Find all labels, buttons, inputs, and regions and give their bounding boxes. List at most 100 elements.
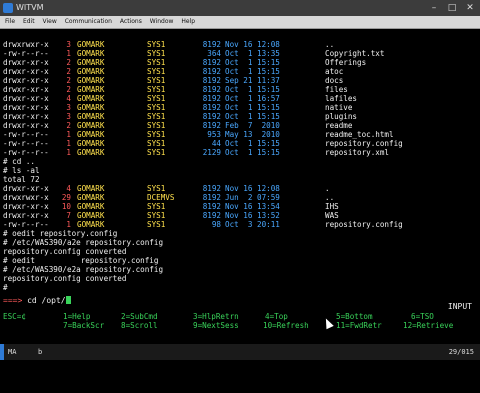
- listing-size: 364: [207, 49, 221, 58]
- listing-row: drwxr-xr-x 2 GOMARK SYS1 8192 Feb 7 2010 readm…: [3, 121, 477, 130]
- listing-owner: GOMARK: [77, 40, 105, 49]
- listing-group: DCEMVS: [147, 193, 175, 202]
- listing-row: drwxr-xr-x 3 GOMARK SYS1 8192 Oct 1 15:15 nati…: [3, 103, 477, 112]
- listing-perm: drwxr-xr-x: [3, 76, 49, 85]
- command-line: # ls -al: [3, 166, 40, 175]
- listing-size: 98: [211, 220, 221, 229]
- listing-date: Oct 1 15:15: [225, 103, 280, 112]
- listing-group: SYS1: [147, 76, 166, 85]
- listing-date: Oct 1 15:15: [225, 148, 280, 157]
- fkey-10[interactable]: 10=Refresh: [263, 321, 309, 330]
- fkey-esc[interactable]: ESC=¢: [3, 312, 26, 321]
- listing-owner: GOMARK: [77, 112, 105, 121]
- listing-name: native: [325, 103, 353, 112]
- listing-group: SYS1: [147, 85, 166, 94]
- function-keys-row-2: 7=BackScr 8=Scroll 9=NextSess 10=Refresh…: [3, 321, 477, 330]
- listing-links: 2: [66, 76, 71, 85]
- listing-size: 8192: [202, 103, 221, 112]
- fkey-7[interactable]: 7=BackScr: [63, 321, 104, 330]
- listing-links: 29: [61, 193, 71, 202]
- listing-group: SYS1: [147, 94, 166, 103]
- listing-name: repository.config: [325, 139, 403, 148]
- menu-edit[interactable]: Edit: [20, 16, 38, 28]
- listing-owner: GOMARK: [77, 94, 105, 103]
- fkey-4[interactable]: 4=Top: [265, 312, 288, 321]
- fkey-2[interactable]: 2=SubCmd: [121, 312, 158, 321]
- listing-name: docs: [325, 76, 344, 85]
- output-line: # oedit repository.config: [3, 229, 118, 238]
- output-line: # /etc/WAS390/e2a repository.config: [3, 265, 164, 274]
- listing-size: 8192: [202, 202, 221, 211]
- listing-date: Oct 1 13:35: [225, 49, 280, 58]
- listing-date: Nov 16 12:08: [225, 40, 280, 49]
- listing-row: -rw-r--r-- 1 GOMARK SYS1 44 Oct 1 15:15 reposi…: [3, 139, 477, 148]
- fkey-5[interactable]: 5=Bottom: [336, 312, 373, 321]
- listing-perm: drwxr-xr-x: [3, 67, 49, 76]
- listing-size: 44: [211, 139, 221, 148]
- listing-name: IHS: [325, 202, 339, 211]
- listing-links: 10: [61, 202, 71, 211]
- listing-owner: GOMARK: [77, 211, 105, 220]
- output-line: #: [3, 283, 8, 292]
- listing-perm: -rw-r--r--: [3, 220, 49, 229]
- listing-perm: drwxr-xr-x: [3, 58, 49, 67]
- menu-view[interactable]: View: [40, 16, 60, 28]
- listing-perm: drwxr-xr-x: [3, 94, 49, 103]
- terminal-screen[interactable]: drwxrwxr-x 3 GOMARK SYS1 8192 Nov 16 12:08.. -…: [3, 40, 477, 340]
- listing-name: .: [325, 184, 330, 193]
- listing-size: 8192: [202, 211, 221, 220]
- listing-group: SYS1: [147, 40, 166, 49]
- command-prompt[interactable]: ===> cd /opt/: [3, 296, 71, 305]
- listing-date: Jun 2 07:59: [225, 193, 280, 202]
- listing-owner: GOMARK: [77, 49, 105, 58]
- listing-group: SYS1: [147, 220, 166, 229]
- listing-perm: drwxr-xr-x: [3, 103, 49, 112]
- listing-owner: GOMARK: [77, 193, 105, 202]
- listing-date: Oct 1 15:15: [225, 139, 280, 148]
- listing-owner: GOMARK: [77, 184, 105, 193]
- output-line: repository.config converted: [3, 247, 127, 256]
- command-input[interactable]: cd /opt/: [22, 296, 66, 305]
- fkey-8[interactable]: 8=Scroll: [121, 321, 158, 330]
- listing-date: Nov 16 13:52: [225, 211, 280, 220]
- listing-name: files: [325, 85, 348, 94]
- fkey-3[interactable]: 3=HlpRetrn: [193, 312, 239, 321]
- menu-window[interactable]: Window: [147, 16, 177, 28]
- listing-owner: GOMARK: [77, 148, 105, 157]
- listing-perm: drwxr-xr-x: [3, 211, 49, 220]
- listing-perm: drwxr-xr-x: [3, 121, 49, 130]
- fkey-6[interactable]: 6=TSO: [411, 312, 434, 321]
- listing-owner: GOMARK: [77, 103, 105, 112]
- menu-actions[interactable]: Actions: [117, 16, 145, 28]
- listing-group: SYS1: [147, 139, 166, 148]
- listing-links: 7: [66, 211, 71, 220]
- close-icon[interactable]: ✕: [464, 0, 476, 16]
- listing-owner: GOMARK: [77, 139, 105, 148]
- fkey-12[interactable]: 12=Retrieve: [403, 321, 453, 330]
- fkey-11[interactable]: 11=FwdRetr: [336, 321, 382, 330]
- listing-perm: drwxr-xr-x: [3, 202, 49, 211]
- listing-size: 8192: [202, 85, 221, 94]
- menu-communication[interactable]: Communication: [62, 16, 115, 28]
- menu-file[interactable]: File: [2, 16, 18, 28]
- listing-perm: drwxrwxr-x: [3, 193, 49, 202]
- listing-links: 2: [66, 85, 71, 94]
- fkey-1[interactable]: 1=Help: [63, 312, 90, 321]
- listing-row: drwxr-xr-x 7 GOMARK SYS1 8192 Nov 16 13:52 WAS: [3, 211, 477, 220]
- listing-size: 8192: [202, 94, 221, 103]
- menu-help[interactable]: Help: [178, 16, 198, 28]
- listing-owner: GOMARK: [77, 121, 105, 130]
- fkey-9[interactable]: 9=NextSess: [193, 321, 239, 330]
- listing-row: drwxr-xr-x 2 GOMARK SYS1 8192 Oct 1 15:15 atoc: [3, 67, 477, 76]
- maximize-icon[interactable]: □: [446, 0, 458, 16]
- minimize-icon[interactable]: –: [428, 0, 440, 16]
- listing-row: drwxr-xr-x 4 GOMARK SYS1 8192 Oct 1 16:57 lafi…: [3, 94, 477, 103]
- listing-date: Oct 1 16:57: [225, 94, 280, 103]
- listing-name: Offerings: [325, 58, 367, 67]
- listing-date: Sep 21 11:37: [225, 76, 280, 85]
- listing-name: lafiles: [325, 94, 358, 103]
- command-line: # cd ..: [3, 157, 36, 166]
- window-title: WITVM: [16, 3, 44, 12]
- listing-group: SYS1: [147, 103, 166, 112]
- listing-links: 1: [66, 49, 71, 58]
